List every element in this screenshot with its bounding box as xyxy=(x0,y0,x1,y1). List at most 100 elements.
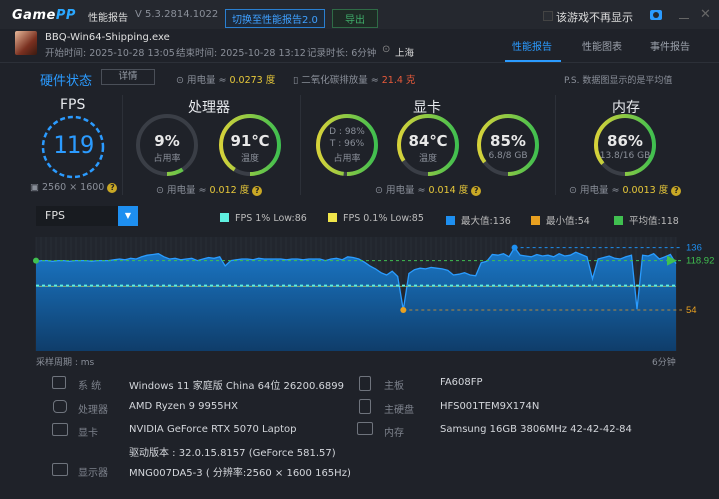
min-label: 54 xyxy=(686,305,697,316)
legend-avg: 平均值:118 xyxy=(614,213,679,227)
avg-label: 118.92 xyxy=(686,256,714,267)
average-note: P.S. 数据图显示的是平均值 xyxy=(564,76,673,86)
x-label-left: 采样周期 : ms xyxy=(36,358,95,368)
export-button[interactable]: 导出 xyxy=(332,9,378,28)
os-value: Windows 11 家庭版 China 64位 26200.6899 xyxy=(129,381,344,392)
legend-label: FPS 0.1% Low:85 xyxy=(343,213,424,224)
co2-value: 21.4 克 xyxy=(381,75,416,86)
cpu-power-label: 用电量 ≈ xyxy=(166,185,210,196)
gpu-t-usage: T : 96% xyxy=(329,139,365,149)
help-icon[interactable]: ? xyxy=(671,186,682,196)
chevron-down-icon[interactable]: ▼ xyxy=(118,206,138,226)
cpu-icon xyxy=(53,400,67,413)
location: 上海 xyxy=(395,48,415,59)
ram-power: ⊙ 用电量 ≈ 0.0013 度 ? xyxy=(569,182,682,196)
legend-swatch xyxy=(328,213,337,222)
fps-chart: 136 118.92 54 xyxy=(33,237,714,351)
co2-emission: ▯ 二氧化碳排放量 ≈ 21.4 克 xyxy=(293,72,415,86)
legend-low01: FPS 0.1% Low:85 xyxy=(328,213,424,224)
motherboard-icon xyxy=(359,376,371,391)
legend-swatch xyxy=(614,216,623,225)
disk-icon xyxy=(359,399,371,414)
os-label: 系 统 xyxy=(78,381,102,392)
ram-value: 86% xyxy=(607,132,643,150)
gpu-usage-label: 占用率 xyxy=(333,154,361,164)
gpu-power: ⊙ 用电量 ≈ 0.014 度 ? xyxy=(375,182,482,196)
gamepp-logo: GamePP xyxy=(12,8,76,23)
legend-max: 最大值:136 xyxy=(446,213,511,227)
memory-icon xyxy=(357,422,373,435)
tab-performance-chart[interactable]: 性能图表 xyxy=(582,38,622,53)
close-icon[interactable]: ✕ xyxy=(700,7,711,22)
legend-low1: FPS 1% Low:86 xyxy=(220,213,307,224)
x-label-right: 6分钟 xyxy=(652,358,676,368)
co2-label: 二氧化碳排放量 ≈ xyxy=(301,75,382,86)
tab-performance-report[interactable]: 性能报告 xyxy=(512,38,552,53)
disk-value: HFS001TEM9X174N xyxy=(440,401,540,412)
cpu-usage-label: 占用率 xyxy=(153,154,181,164)
board-label: 主板 xyxy=(384,381,404,392)
start-time: 开始时间: 2025-10-28 13:05 xyxy=(45,48,175,59)
gpu-temp-value: 84℃ xyxy=(408,132,448,150)
help-icon[interactable]: ? xyxy=(252,186,263,196)
cpu-temp-label: 温度 xyxy=(240,154,259,164)
dont-show-checkbox[interactable] xyxy=(543,11,553,21)
divider xyxy=(0,62,719,63)
legend-label: 平均值:118 xyxy=(629,216,679,227)
fps-value: 119 xyxy=(53,131,94,159)
location-icon: ⊙ xyxy=(382,44,391,55)
legend-min: 最小值:54 xyxy=(531,213,590,227)
gpu-mem-sub: 6.8/8 GB xyxy=(488,151,528,161)
tab-event-report[interactable]: 事件报告 xyxy=(650,38,690,53)
disk-label: 主硬盘 xyxy=(384,405,414,416)
board-value: FA608FP xyxy=(440,377,483,388)
logo-text-a: Game xyxy=(12,8,56,23)
min-point xyxy=(400,306,407,313)
legend-label: FPS 1% Low:86 xyxy=(235,213,307,224)
os-icon xyxy=(52,376,66,389)
cpu-power-value: 0.012 度 xyxy=(209,185,250,196)
cpu-value: AMD Ryzen 9 9955HX xyxy=(129,401,238,412)
monitor-label: 显示器 xyxy=(78,468,108,479)
resolution-value: 2560 × 1600 xyxy=(42,182,105,193)
max-point xyxy=(511,244,518,251)
monitor-icon xyxy=(52,463,68,476)
metric-select-value: FPS xyxy=(45,209,65,222)
switch-report-button[interactable]: 切换至性能报告2.0 xyxy=(225,9,325,28)
gpu-d-usage: D : 98% xyxy=(329,127,365,137)
gpu-temp-label: 温度 xyxy=(418,154,437,164)
total-power: ⊙ 用电量 ≈ 0.0273 度 xyxy=(176,72,275,86)
power-label: 用电量 ≈ xyxy=(186,75,230,86)
hardware-status-title: 硬件状态 xyxy=(40,74,93,89)
driver-version: 驱动版本 : 32.0.15.8157 (GeForce 581.57) xyxy=(129,448,336,459)
duration: 记录时长: 6分钟 xyxy=(307,48,377,59)
power-icon: ⊙ xyxy=(176,75,187,86)
gpu-icon xyxy=(52,423,68,436)
minimize-icon[interactable] xyxy=(679,18,689,19)
power-value: 0.0273 度 xyxy=(229,75,276,86)
power-icon: ⊙ xyxy=(375,185,386,196)
screenshot-camera-icon[interactable] xyxy=(650,10,662,20)
gpu-label: 显卡 xyxy=(78,428,98,439)
power-icon: ⊙ xyxy=(569,185,580,196)
legend-swatch xyxy=(220,213,229,222)
gpu-value: NVIDIA GeForce RTX 5070 Laptop xyxy=(129,424,297,435)
help-icon[interactable]: ? xyxy=(107,183,118,193)
fps-area xyxy=(36,247,676,351)
ram-power-value: 0.0013 度 xyxy=(622,185,669,196)
cpu-temp-value: 91℃ xyxy=(230,132,270,150)
end-time: 结束时间: 2025-10-28 13:12 xyxy=(176,48,306,59)
legend-swatch xyxy=(531,216,540,225)
dont-show-label: 该游戏不再显示 xyxy=(556,11,633,24)
metric-select[interactable]: FPS ▼ xyxy=(36,206,138,226)
avg-start-point xyxy=(33,257,39,264)
app-title: 性能报告 xyxy=(88,13,128,24)
exe-name: BBQ-Win64-Shipping.exe xyxy=(45,32,170,43)
ram-sub: 13.8/16 GB xyxy=(599,151,651,161)
ram-power-label: 用电量 ≈ xyxy=(579,185,623,196)
detail-button[interactable]: 详情 xyxy=(101,69,155,85)
mem-value: Samsung 16GB 3806MHz 42-42-42-84 xyxy=(440,424,632,435)
co2-icon: ▯ xyxy=(293,75,302,86)
power-icon: ⊙ xyxy=(156,185,167,196)
help-icon[interactable]: ? xyxy=(471,186,482,196)
